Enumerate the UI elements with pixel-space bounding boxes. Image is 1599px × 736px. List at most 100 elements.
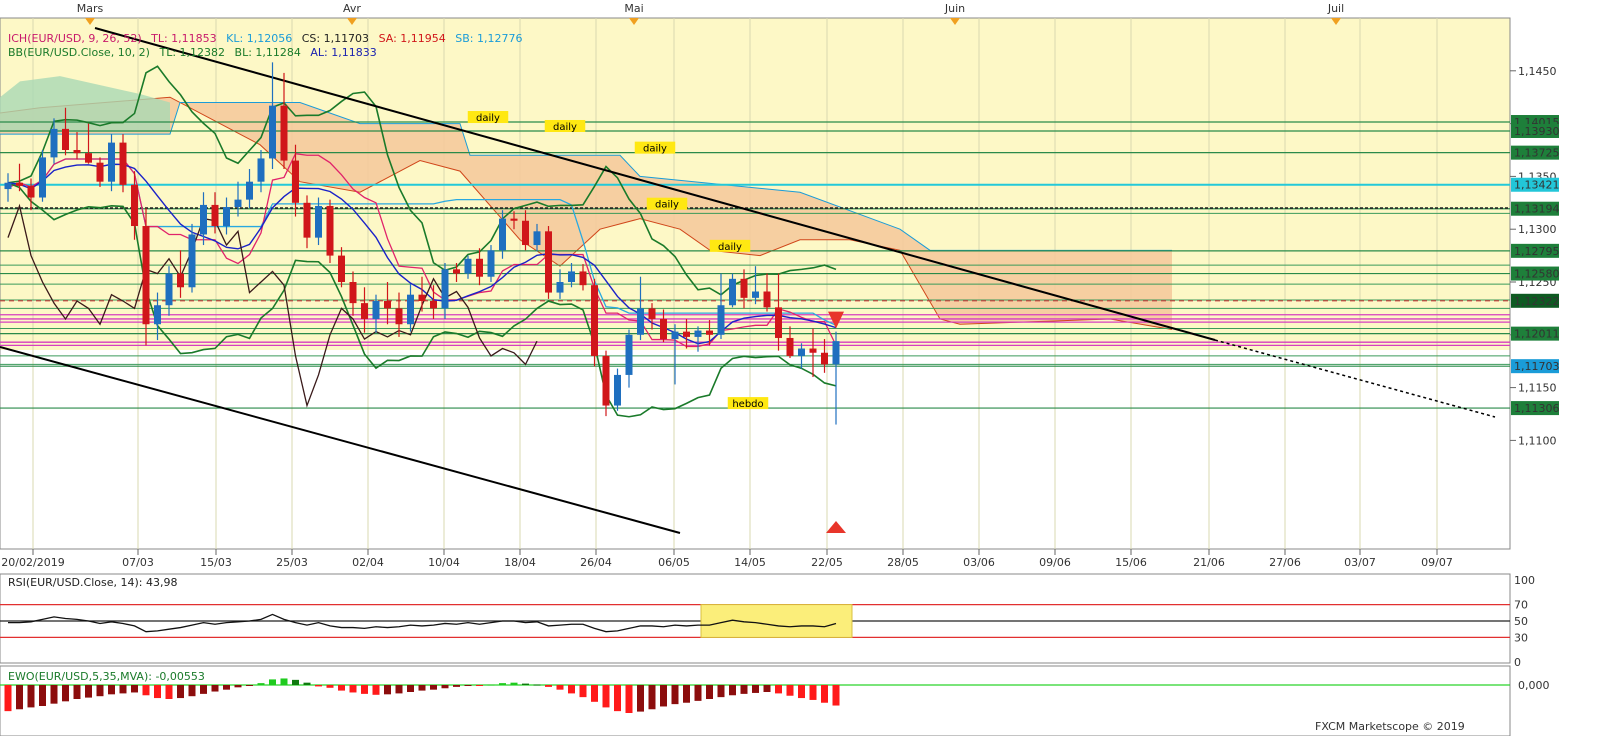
ewo-bar: [211, 685, 219, 692]
x-tick-label: 28/05: [887, 556, 919, 569]
main-x-axis: 20/02/2019 07/03 15/03 25/03 02/04 10/04 18/04…: [1, 549, 1453, 569]
level-tag: daily: [655, 200, 679, 211]
ewo-bar: [50, 685, 58, 704]
candle-body: [407, 294, 414, 325]
ich-cs: CS: 1,11703: [302, 32, 369, 45]
ich-sa: SA: 1,11954: [379, 32, 446, 45]
ewo-bar: [326, 685, 334, 688]
ewo-bar: [637, 685, 644, 712]
ewo-bar: [108, 685, 115, 695]
candle-body: [568, 271, 575, 282]
month-label: Avr: [343, 2, 361, 15]
level-tag: daily: [643, 144, 667, 155]
ewo-bar: [671, 685, 679, 705]
price-badge: 1,12580: [1514, 268, 1560, 281]
x-tick-label: 09/07: [1421, 556, 1453, 569]
candle-body: [349, 282, 357, 304]
rsi-level-label: 50: [1514, 615, 1528, 628]
candle-body: [614, 374, 621, 406]
candle-body: [832, 341, 840, 365]
ewo-bar: [453, 685, 460, 687]
candle-body: [246, 181, 253, 200]
ewo-bar: [706, 685, 713, 699]
ewo-bar: [487, 684, 495, 686]
ewo-bar: [280, 678, 288, 685]
ewo-bar: [832, 685, 840, 706]
x-tick-label: 20/02/2019: [1, 556, 64, 569]
candle-body: [338, 255, 345, 282]
ewo-bar: [257, 683, 265, 685]
ewo-bar: [27, 685, 35, 708]
ewo-bar: [740, 685, 748, 694]
ewo-bar: [717, 685, 725, 698]
ewo-bar: [372, 685, 380, 695]
candle-body: [637, 308, 644, 335]
candle-body: [476, 258, 483, 277]
ewo-bar: [763, 685, 771, 692]
ewo-bar: [591, 685, 598, 702]
candle-body: [545, 231, 552, 293]
ewo-bar: [292, 679, 299, 685]
ewo-bar: [384, 685, 391, 695]
price-badge: 1,13194: [1514, 203, 1560, 216]
candle-body: [522, 220, 529, 246]
ewo-bar: [798, 685, 805, 699]
rsi-highlight: [700, 604, 853, 638]
ewo-bar: [223, 685, 230, 690]
candle-body: [154, 305, 161, 325]
ewo-bar: [441, 685, 449, 689]
y-tick-label: 1,1300: [1518, 223, 1557, 236]
x-tick-label: 10/04: [428, 556, 460, 569]
price-badge: 1,11703: [1514, 360, 1560, 373]
ewo-bar: [694, 685, 702, 701]
x-tick-label: 15/03: [200, 556, 232, 569]
price-badge: 1,13930: [1514, 125, 1560, 138]
ewo-legend: EWO(EUR/USD,5,35,MVA): -0,00553: [8, 670, 205, 683]
candle-body: [280, 105, 288, 161]
x-tick-label: 14/05: [734, 556, 766, 569]
x-tick-label: 06/05: [658, 556, 690, 569]
ewo-bar: [545, 685, 552, 687]
candle-body: [752, 291, 759, 298]
bb-tl: TL: 1,12382: [158, 46, 225, 59]
candle-body: [131, 184, 138, 227]
ewo-bar: [142, 685, 150, 696]
candle-body: [717, 305, 725, 335]
candle-body: [303, 202, 311, 238]
candle-body: [809, 348, 817, 353]
ewo-bar: [119, 685, 127, 694]
ewo-bar: [234, 685, 242, 688]
ewo-bar: [131, 685, 138, 693]
candle-body: [292, 160, 299, 203]
ich-kl: KL: 1,12056: [226, 32, 292, 45]
candle-body: [177, 273, 184, 288]
candle-body: [85, 153, 92, 163]
ewo-bar: [821, 685, 828, 703]
candle-body: [211, 204, 219, 227]
ewo-bar: [614, 685, 621, 712]
candle-body: [798, 348, 805, 356]
candle-body: [165, 273, 173, 306]
month-label: Mars: [77, 2, 104, 15]
ich-name: ICH(EUR/USD, 9, 26, 52): [8, 32, 142, 45]
price-badge: 1,12322: [1514, 295, 1560, 308]
candle-body: [464, 258, 472, 274]
x-tick-label: 02/04: [352, 556, 384, 569]
candle-body: [625, 334, 633, 375]
ewo-bar: [62, 685, 69, 702]
x-tick-label: 25/03: [276, 556, 308, 569]
x-tick-label: 15/06: [1115, 556, 1147, 569]
price-badge: 1,11306: [1514, 402, 1560, 415]
ewo-bar: [4, 685, 12, 712]
x-tick-label: 18/04: [504, 556, 536, 569]
x-tick-label: 09/06: [1039, 556, 1071, 569]
x-tick-label: 03/07: [1344, 556, 1376, 569]
rsi-level-label: 30: [1514, 631, 1528, 644]
ewo-bar: [154, 685, 161, 699]
candle-body: [372, 301, 380, 319]
level-tag: daily: [718, 242, 742, 253]
x-tick-label: 27/06: [1269, 556, 1301, 569]
ewo-bar: [39, 685, 46, 706]
y-tick-label: 1,1100: [1518, 434, 1557, 447]
ewo-bar: [625, 685, 633, 713]
